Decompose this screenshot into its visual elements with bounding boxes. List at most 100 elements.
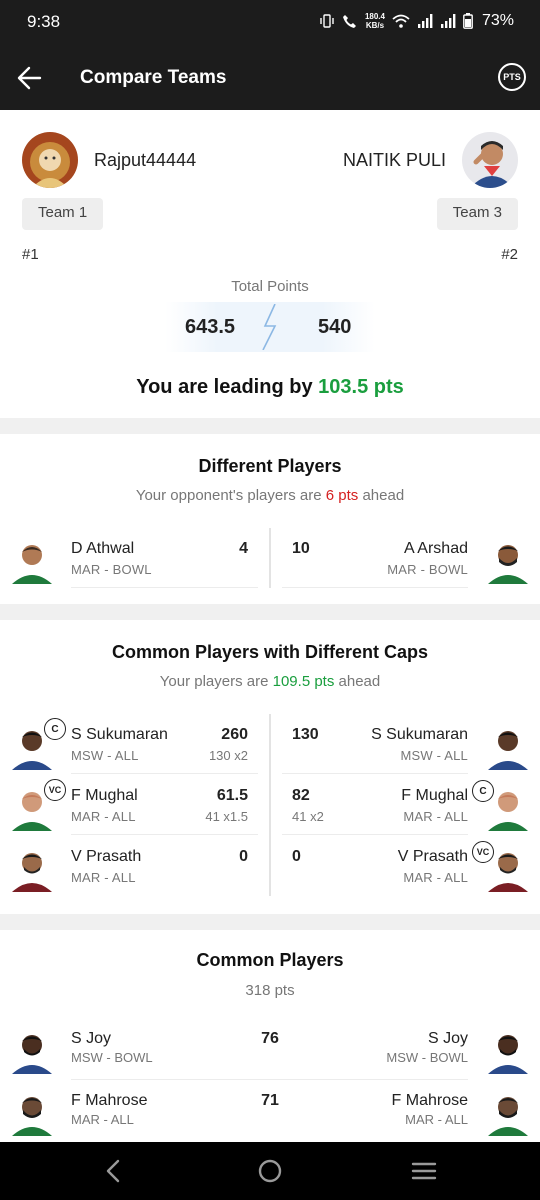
player-row[interactable]: 130 S Sukumaran MSW - ALL — [282, 714, 540, 774]
left-total-points: 643.5 — [185, 316, 236, 338]
captain-badge: C — [44, 718, 66, 740]
player-avatar — [488, 545, 528, 584]
player-team-left: MSW - BOWL — [71, 1050, 153, 1065]
status-time: 9:38 — [27, 12, 61, 31]
player-points: 71 — [261, 1092, 279, 1109]
player-points: 130 — [292, 726, 319, 743]
nav-recents-button[interactable] — [408, 1156, 440, 1186]
nav-home-icon — [258, 1159, 282, 1183]
vibrate-icon — [320, 14, 334, 28]
status-bar: 9:38 180.4 KB/s 73% — [0, 0, 540, 46]
system-nav-bar — [0, 1142, 540, 1200]
back-arrow-icon — [17, 66, 42, 90]
player-avatar — [12, 545, 52, 584]
player-points: 0 — [239, 848, 248, 865]
page-title: Compare Teams — [80, 67, 227, 88]
different-players-subtitle: Your opponent's players are 6 pts ahead — [135, 487, 405, 504]
player-team: MSW - ALL — [400, 748, 468, 763]
player-points: 61.5 — [216, 787, 248, 804]
points-calculation: 130 x2 — [208, 748, 248, 763]
player-team: MAR - BOWL — [71, 562, 152, 577]
different-caps-title: Common Players with Different Caps — [111, 642, 429, 662]
row-divider — [71, 834, 258, 835]
player-name: V Prasath — [397, 848, 468, 865]
nav-back-button[interactable] — [98, 1156, 130, 1186]
player-row[interactable]: 82 41 x2 F Mughal MAR - ALL C — [282, 775, 540, 835]
player-points: 4 — [239, 540, 248, 557]
player-name-left: S Joy — [71, 1030, 112, 1047]
player-team: MAR - ALL — [71, 870, 136, 885]
left-team-chip[interactable]: Team 1 — [22, 198, 104, 230]
right-team-chip[interactable]: Team 3 — [436, 198, 518, 230]
player-row[interactable]: 10 A Arshad MAR - BOWL — [282, 528, 540, 588]
player-row[interactable]: VC F Mughal MAR - ALL 61.5 41 x1.5 — [0, 775, 258, 835]
call-icon — [342, 14, 356, 28]
player-avatar — [488, 1097, 528, 1136]
battery-icon — [463, 13, 473, 29]
player-team: MAR - BOWL — [387, 562, 468, 577]
player-points: 10 — [292, 540, 310, 557]
different-players-title: Different Players — [198, 456, 342, 476]
player-team: MAR - ALL — [403, 809, 468, 824]
common-player-row[interactable]: S Joy MSW - BOWL 76 S Joy MSW - BOWL — [0, 1020, 540, 1082]
right-user-avatar[interactable] — [462, 132, 518, 188]
left-user-rank: #1 — [22, 246, 39, 263]
player-name: A Arshad — [403, 540, 468, 557]
points-calculation: 41 x2 — [292, 809, 324, 824]
points-calculation: 41 x1.5 — [205, 809, 248, 824]
row-divider — [71, 587, 258, 588]
right-total-points: 540 — [318, 316, 352, 338]
player-points: 76 — [261, 1030, 279, 1047]
common-players-title: Common Players — [196, 950, 344, 970]
pts-button[interactable]: PTS — [498, 63, 526, 91]
player-name: F Mughal — [71, 787, 138, 804]
total-points-label: Total Points — [231, 278, 309, 295]
vice-captain-badge: VC — [44, 779, 66, 801]
nav-back-icon — [106, 1159, 120, 1183]
different-players-section: Different Players Your opponent's player… — [0, 434, 540, 604]
player-name: D Athwal — [71, 540, 135, 557]
left-user-name: Rajput44444 — [94, 150, 197, 170]
row-divider — [71, 1079, 270, 1080]
app-bar: Compare Teams PTS — [0, 46, 540, 110]
player-team: MAR - ALL — [71, 809, 136, 824]
row-divider — [71, 773, 258, 774]
wifi-icon — [392, 14, 410, 28]
signal-icon — [417, 14, 433, 28]
row-divider — [282, 834, 468, 835]
player-row[interactable]: V Prasath MAR - ALL 0 — [0, 836, 258, 896]
player-team: MAR - ALL — [403, 870, 468, 885]
different-caps-section: Common Players with Different Caps Your … — [0, 620, 540, 914]
player-team-left: MAR - ALL — [71, 1112, 134, 1127]
player-avatar — [12, 1097, 52, 1136]
back-button[interactable] — [14, 62, 46, 94]
left-user-avatar[interactable] — [22, 132, 78, 188]
player-avatar — [12, 853, 52, 892]
player-avatar — [12, 1035, 52, 1074]
player-points: 0 — [292, 848, 301, 865]
player-name-right: F Mahrose — [391, 1092, 468, 1109]
player-team: MSW - ALL — [71, 748, 139, 763]
pts-icon: PTS — [503, 72, 521, 82]
nav-recents-icon — [411, 1162, 437, 1180]
player-name: F Mughal — [401, 787, 468, 804]
nav-home-button[interactable] — [254, 1156, 286, 1186]
player-points: 260 — [221, 726, 248, 743]
player-avatar — [488, 731, 528, 770]
common-players-total: 318 pts — [245, 982, 295, 999]
player-row[interactable]: C S Sukumaran MSW - ALL 260 130 x2 — [0, 714, 258, 774]
common-players-section: Common Players 318 pts S Joy MSW - BOWL … — [0, 930, 540, 1142]
player-name: S Sukumaran — [371, 726, 468, 743]
player-avatar — [488, 792, 528, 831]
right-user-name: NAITIK PULI — [342, 150, 446, 170]
signal-icon-2 — [440, 14, 456, 28]
player-avatar — [488, 853, 528, 892]
row-divider — [270, 1079, 468, 1080]
common-player-row[interactable]: F Mahrose MAR - ALL 71 F Mahrose MAR - A… — [0, 1082, 540, 1144]
leading-message: You are leading by 103.5 pts — [136, 376, 404, 398]
status-icons: 180.4 KB/s 73% — [319, 12, 514, 30]
row-divider — [282, 773, 468, 774]
player-row[interactable]: 0 V Prasath MAR - ALL VC — [282, 836, 540, 896]
player-row[interactable]: D Athwal MAR - BOWL 4 — [0, 528, 258, 588]
player-name: S Sukumaran — [71, 726, 168, 743]
